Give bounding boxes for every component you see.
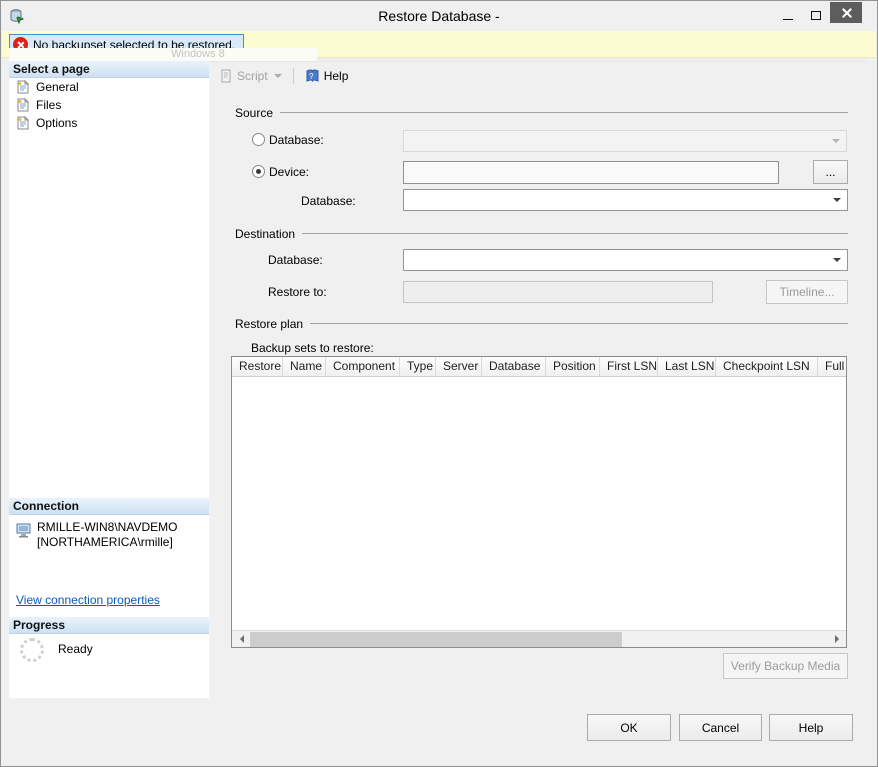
script-button-label: Script <box>237 69 268 83</box>
backup-sets-label: Backup sets to restore: <box>251 341 374 355</box>
group-divider <box>302 233 848 234</box>
page-icon <box>16 98 30 112</box>
window-title: Restore Database - <box>1 1 877 31</box>
toolbar-separator <box>293 68 294 84</box>
browse-device-button[interactable]: ... <box>813 160 848 184</box>
help-button-toolbar[interactable]: ? Help <box>299 67 355 85</box>
connection-server: RMILLE-WIN8\NAVDEMO <box>37 520 177 535</box>
toolbar: Script ? Help <box>213 64 354 88</box>
progress-status: Ready <box>58 642 93 656</box>
watermark-text: Windows 8 <box>9 48 317 61</box>
server-icon <box>16 523 33 538</box>
restore-database-window: Restore Database - No backupset selected… <box>0 0 878 767</box>
close-button[interactable] <box>830 2 862 23</box>
minimize-button[interactable] <box>777 5 799 25</box>
maximize-icon <box>811 11 821 20</box>
device-radio[interactable] <box>252 165 265 178</box>
database-radio[interactable] <box>252 133 265 146</box>
chevron-down-icon <box>274 74 282 82</box>
page-icon <box>16 80 30 94</box>
help-button-toolbar-label: Help <box>324 69 349 83</box>
scrollbar-thumb[interactable] <box>250 632 622 647</box>
column-header-name[interactable]: Name <box>283 357 326 377</box>
svg-text:?: ? <box>309 72 314 81</box>
arrow-left-icon <box>236 635 244 643</box>
sidebar-item-options[interactable]: Options <box>9 114 209 132</box>
restore-plan-group-header: Restore plan <box>235 316 848 331</box>
grid-header-row: Restore Name Component Type Server Datab… <box>232 357 846 377</box>
destination-group-header: Destination <box>235 226 848 241</box>
source-group-label: Source <box>235 106 273 120</box>
column-header-last-lsn[interactable]: Last LSN <box>658 357 716 377</box>
chevron-down-icon <box>832 139 840 147</box>
connection-info: RMILLE-WIN8\NAVDEMO [NORTHAMERICA\rmille… <box>37 520 177 550</box>
sidebar-item-label: Files <box>36 98 61 112</box>
restore-plan-group-label: Restore plan <box>235 317 303 331</box>
source-device-database-label: Database: <box>301 194 356 208</box>
page-icon <box>16 116 30 130</box>
connection-account: [NORTHAMERICA\rmille] <box>37 535 177 550</box>
source-database-combo[interactable] <box>403 130 847 152</box>
script-button[interactable]: Script <box>213 67 288 85</box>
scroll-left-arrow[interactable] <box>232 631 249 647</box>
source-group-header: Source <box>235 105 848 120</box>
group-divider <box>280 112 848 113</box>
page-list: General Files Options <box>9 78 209 132</box>
column-header-restore[interactable]: Restore <box>232 357 283 377</box>
column-header-checkpoint-lsn[interactable]: Checkpoint LSN <box>716 357 818 377</box>
chevron-down-icon <box>833 258 841 266</box>
device-radio-label[interactable]: Device: <box>269 165 309 179</box>
title-bar: Restore Database - <box>1 1 877 31</box>
destination-database-combo[interactable] <box>403 249 848 271</box>
help-icon: ? <box>305 69 320 83</box>
group-divider <box>310 323 848 324</box>
close-icon <box>841 7 852 18</box>
destination-group-label: Destination <box>235 227 295 241</box>
sidebar-item-files[interactable]: Files <box>9 96 209 114</box>
progress-spinner-icon <box>20 638 44 662</box>
script-icon <box>219 69 233 83</box>
column-header-position[interactable]: Position <box>546 357 600 377</box>
scroll-right-arrow[interactable] <box>829 631 846 647</box>
column-header-server[interactable]: Server <box>436 357 482 377</box>
restore-to-label: Restore to: <box>268 285 327 299</box>
sidebar-item-label: Options <box>36 116 77 130</box>
main-panel: Script ? Help Source Database: Device: .… <box>209 61 867 698</box>
help-button[interactable]: Help <box>769 714 853 741</box>
verify-backup-media-button[interactable]: Verify Backup Media <box>723 653 848 679</box>
timeline-button[interactable]: Timeline... <box>766 280 848 304</box>
cancel-button[interactable]: Cancel <box>679 714 762 741</box>
column-header-database[interactable]: Database <box>482 357 546 377</box>
arrow-right-icon <box>835 635 843 643</box>
database-radio-label[interactable]: Database: <box>269 133 324 147</box>
sidebar-item-general[interactable]: General <box>9 78 209 96</box>
minimize-icon <box>783 19 793 20</box>
connection-header: Connection <box>9 498 209 515</box>
restore-to-field[interactable] <box>403 281 713 303</box>
grid-body-empty <box>232 377 846 630</box>
view-connection-properties-link[interactable]: View connection properties <box>16 593 160 607</box>
ok-button[interactable]: OK <box>587 714 671 741</box>
column-header-full-lsn[interactable]: Full LSN <box>818 357 846 377</box>
destination-database-label: Database: <box>268 253 323 267</box>
select-a-page-header: Select a page <box>9 61 209 78</box>
sidebar-item-label: General <box>36 80 79 94</box>
progress-header: Progress <box>9 617 209 634</box>
chevron-down-icon <box>833 198 841 206</box>
horizontal-scrollbar[interactable] <box>232 630 846 647</box>
device-input[interactable] <box>403 161 779 184</box>
backup-sets-grid: Restore Name Component Type Server Datab… <box>231 356 847 648</box>
maximize-button[interactable] <box>805 5 827 25</box>
source-device-database-combo[interactable] <box>403 189 848 211</box>
column-header-component[interactable]: Component <box>326 357 400 377</box>
sidebar: Select a page General Files Options Conn… <box>9 61 209 698</box>
column-header-first-lsn[interactable]: First LSN <box>600 357 658 377</box>
column-header-type[interactable]: Type <box>400 357 436 377</box>
